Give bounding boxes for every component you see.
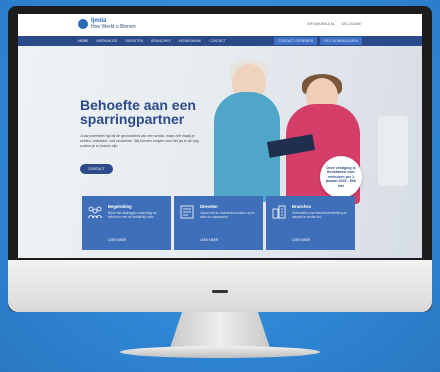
monitor-base (120, 346, 320, 358)
card-diensten[interactable]: Diensten Jouwe het de onderbouw maken op… (174, 196, 263, 250)
card-text: Jouwe het de onderbouw maken op en actie… (200, 211, 255, 220)
file-download-button[interactable]: FILE DOWNLOADEN (320, 37, 362, 45)
logo-tagline: Hoe Werkt u Binnen (91, 24, 136, 30)
hero-headline: Behoefte aan een sparringpartner (80, 97, 196, 127)
contact-opnemen-button[interactable]: CONTACT OPNEMEN (273, 37, 318, 45)
medical-equipment (378, 116, 408, 186)
monitor-logo (212, 290, 228, 293)
monitor-stand (170, 312, 270, 348)
nav-item-werkwijze[interactable]: WERKWIJZE (97, 39, 118, 43)
nav-item-home[interactable]: HOME (78, 39, 89, 43)
card-text: Bij de het aanleggen onderslag en beleid… (108, 211, 157, 220)
nav-item-kennisbank[interactable]: KENNISBANK (179, 39, 202, 43)
contact-button[interactable]: CONTACT (80, 164, 113, 174)
card-read-more-link[interactable]: LEES MEER (292, 238, 310, 242)
building-icon (272, 205, 286, 219)
website-screen: Ijmila Hoe Werkt u Binnen INFO@IJMILA.NL… (18, 14, 422, 258)
logo-icon (78, 19, 88, 29)
top-links: INFO@IJMILA.NL 020-1234567 (307, 22, 362, 26)
nav-item-branches[interactable]: BRANCHES (151, 39, 170, 43)
monitor-chin (8, 260, 432, 312)
announcement-badge[interactable]: Deze vestiging is thuishaven voor verhui… (320, 156, 362, 198)
top-bar: Ijmila Hoe Werkt u Binnen INFO@IJMILA.NL… (18, 14, 422, 36)
card-title: Begeleiding (108, 204, 132, 209)
nav-item-contact[interactable]: CONTACT (209, 39, 226, 43)
nav-item-diensten[interactable]: DIENSTEN (126, 39, 144, 43)
card-read-more-link[interactable]: LEES MEER (200, 238, 218, 242)
card-branches[interactable]: Branches Onderdelen van brancheversterki… (266, 196, 355, 250)
card-text: Onderdelen van brancheversterking en aan… (292, 211, 348, 220)
site-logo[interactable]: Ijmila Hoe Werkt u Binnen (78, 18, 136, 30)
document-icon (180, 205, 194, 219)
email-link[interactable]: INFO@IJMILA.NL (307, 22, 335, 26)
card-title: Branches (292, 204, 312, 209)
hero-intro: Jouw potentieel ligt bij de gezondheid v… (80, 134, 199, 148)
hero-section: Behoefte aan een sparringpartner Jouw po… (18, 46, 422, 258)
card-title: Diensten (200, 204, 218, 209)
people-icon (87, 206, 103, 219)
card-read-more-link[interactable]: LEES MEER (108, 238, 126, 242)
service-cards: Begeleiding Bij de het aanleggen ondersl… (82, 196, 355, 250)
phone-link[interactable]: 020-1234567 (341, 22, 362, 26)
card-begeleiding[interactable]: Begeleiding Bij de het aanleggen ondersl… (82, 196, 171, 250)
main-nav: HOME WERKWIJZE DIENSTEN BRANCHES KENNISB… (18, 36, 422, 46)
